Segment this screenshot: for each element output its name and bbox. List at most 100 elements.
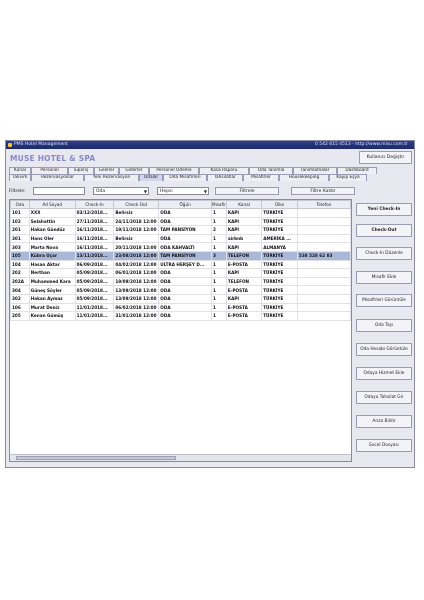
- action-button[interactable]: Excel Dosyası: [356, 439, 412, 452]
- action-button[interactable]: Yeni Check-In: [356, 203, 412, 216]
- column-header[interactable]: Misafir: [210, 200, 227, 209]
- change-user-button[interactable]: Kullanıcı Değiştir: [359, 151, 412, 164]
- table-cell: TÜRKİYE: [261, 311, 298, 321]
- menu-tab[interactable]: Personel Ödeme: [149, 167, 199, 174]
- menu-tab[interactable]: Kasa Raporu: [199, 167, 249, 174]
- table-cell: 06/02/2018 12:00: [113, 302, 160, 313]
- column-header[interactable]: Kanal: [225, 200, 263, 209]
- table-cell: ODA: [158, 293, 212, 304]
- table-cell: TÜRKİYE: [261, 276, 298, 287]
- column-header[interactable]: Check Out: [113, 200, 160, 209]
- action-button[interactable]: Arıza Bildir: [356, 415, 412, 428]
- action-button[interactable]: Check-Out: [356, 224, 412, 237]
- table-cell: ODA: [158, 208, 212, 218]
- action-button[interactable]: Oda Hesabı Görüntüle: [356, 343, 412, 356]
- menu-tab[interactable]: Giderler: [119, 167, 149, 174]
- filter-status-select[interactable]: Hepsi ▼: [157, 187, 209, 195]
- action-button[interactable]: Odaya Tahsilat Gir: [356, 391, 412, 404]
- table-cell: AMERİKA ...: [261, 233, 298, 244]
- table-row[interactable]: 102 Selahattin 27/11/2018... 24/11/2018 12:…: [10, 216, 351, 227]
- table-cell: ODA: [158, 268, 212, 278]
- menu-tab[interactable]: Housekeeping: [279, 174, 329, 181]
- menu-tab[interactable]: Oda Tanımla: [249, 167, 293, 174]
- menu-tab[interactable]: Gelirler: [94, 167, 119, 174]
- scrollbar-thumb[interactable]: [16, 456, 176, 460]
- menu-tab[interactable]: Sipariş: [68, 167, 94, 174]
- table-cell: 101: [10, 208, 30, 218]
- menu-row-bottom: Takvim Rezervasyonlar Yeni Rezervasyon Odal…: [9, 174, 413, 181]
- menu-tab[interactable]: Takvim: [9, 174, 31, 181]
- menu-tab[interactable]: Yeni Rezervasyon: [84, 174, 139, 181]
- column-header[interactable]: Öğün: [158, 200, 212, 209]
- table-row[interactable]: 205 Kenan Gümüş 11/01/2018... 31/01/2018 12…: [10, 311, 351, 321]
- table-cell: 11/01/2018...: [74, 302, 115, 313]
- menu-tab[interactable]: Kanal: [9, 167, 31, 174]
- menu-tab[interactable]: Tanımlamalar: [293, 167, 337, 174]
- filter-button[interactable]: Filtrele: [215, 187, 279, 195]
- menu-tab[interactable]: Dashboard: [337, 167, 377, 174]
- horizontal-scrollbar[interactable]: [10, 454, 351, 461]
- table-cell: TÜRKİYE: [261, 225, 298, 235]
- table-row[interactable]: 202A Muhammed Kara 05/09/2018... 19/09/2018…: [10, 276, 351, 287]
- column-header[interactable]: Oda: [10, 200, 30, 209]
- table-row[interactable]: 201 Hakan Gündüz 16/11/2018... 19/11/2018 1…: [10, 225, 351, 235]
- table-cell: TÜRKİYE: [261, 302, 298, 313]
- action-button[interactable]: Check-In Düzenle: [356, 247, 412, 260]
- action-button[interactable]: Odaya Hizmet Ekle: [356, 367, 412, 380]
- table-row[interactable]: 301 Hans Oler 16/11/2018... Belirsiz ODA 1 air…: [10, 233, 351, 244]
- table-cell: 03/12/2018...: [74, 208, 115, 218]
- table-cell: [296, 285, 351, 295]
- table-row[interactable]: 105 Kübra Uçar 13/11/2018... 23/08/2018 12:…: [10, 250, 351, 261]
- table-cell: Marta Nova: [28, 242, 76, 252]
- column-header[interactable]: Ad Soyad: [28, 200, 76, 209]
- window-title: PMS Hotel Management: [14, 142, 68, 147]
- table-cell: 11/01/2018...: [74, 311, 115, 321]
- filter-input[interactable]: [33, 187, 85, 195]
- contact-info: 0 542 615 4513 - http://www.misu.com.tr: [314, 142, 408, 147]
- menu-tab[interactable]: Kayıp Eşya: [329, 174, 367, 181]
- rooms-table[interactable]: Oda Ad Soyad Check-In Check Out Öğün Misafir K…: [9, 199, 352, 462]
- table-row[interactable]: 104 Hasan Aktar 06/09/2018... 04/02/2018 12…: [10, 259, 351, 270]
- table-cell: KAPI: [225, 242, 263, 252]
- menu-tab[interactable]: Tahsilatlar: [207, 174, 243, 181]
- table-cell: 1: [210, 302, 227, 313]
- table-cell: 16/11/2018...: [74, 233, 115, 244]
- table-cell: Belirsiz: [113, 208, 160, 218]
- table-cell: [296, 268, 351, 278]
- table-cell: 20/11/2018 12:00: [113, 242, 160, 252]
- action-button[interactable]: Oda Taşı: [356, 319, 412, 332]
- table-cell: 16/11/2018...: [74, 242, 115, 252]
- menu-tab[interactable]: Misafirler: [243, 174, 279, 181]
- table-cell: E-POSTA: [225, 285, 263, 295]
- menu-tab[interactable]: Personel: [31, 167, 68, 174]
- table-cell: Selahattin: [28, 216, 76, 227]
- menu-tab[interactable]: Oda Misafirleri: [163, 174, 207, 181]
- chevron-down-icon: ▼: [143, 189, 147, 194]
- column-header[interactable]: Telefon: [296, 200, 351, 209]
- table-row[interactable]: 304 Güneş Söyler 05/09/2018... 13/09/2018 1…: [10, 285, 351, 295]
- table-cell: [296, 302, 351, 313]
- table-cell: 106: [10, 302, 30, 313]
- table-cell: Hakan Gündüz: [28, 225, 76, 235]
- menu-tab[interactable]: Odalar: [139, 174, 163, 181]
- clear-filter-button[interactable]: Filtre Kaldır: [291, 187, 355, 195]
- table-row[interactable]: 101 XXX 03/12/2018... Belirsiz ODA 1 KAPI TÜRKİ…: [10, 208, 351, 218]
- table-row[interactable]: 106 Murat Deniz 11/01/2018... 06/02/2018 12…: [10, 302, 351, 313]
- column-header[interactable]: Ülke: [261, 200, 298, 209]
- table-cell: [296, 216, 351, 227]
- table-cell: 102: [10, 216, 30, 227]
- table-row[interactable]: 303 Marta Nova 16/11/2018... 20/11/2018 12:…: [10, 242, 351, 252]
- table-cell: TAM PANSİYON: [158, 250, 212, 261]
- table-cell: XXX: [28, 208, 76, 218]
- menu-tab[interactable]: Rezervasyonlar: [31, 174, 84, 181]
- filter-status-value: Hepsi: [160, 189, 173, 194]
- table-cell: 304: [10, 285, 30, 295]
- table-row[interactable]: 302 Hakan Aymaz 05/09/2018... 13/09/2018 12…: [10, 293, 351, 304]
- action-button[interactable]: Misafir Ekle: [356, 271, 412, 284]
- table-cell: 3: [210, 250, 227, 261]
- table-cell: 301: [10, 233, 30, 244]
- table-row[interactable]: 202 Nerthan 05/09/2018... 06/01/2018 12:00 O…: [10, 268, 351, 278]
- filter-field-select[interactable]: Oda ▼: [93, 187, 149, 195]
- column-header[interactable]: Check-In: [74, 200, 115, 209]
- action-button[interactable]: Misafirleri Görüntüle: [356, 294, 412, 307]
